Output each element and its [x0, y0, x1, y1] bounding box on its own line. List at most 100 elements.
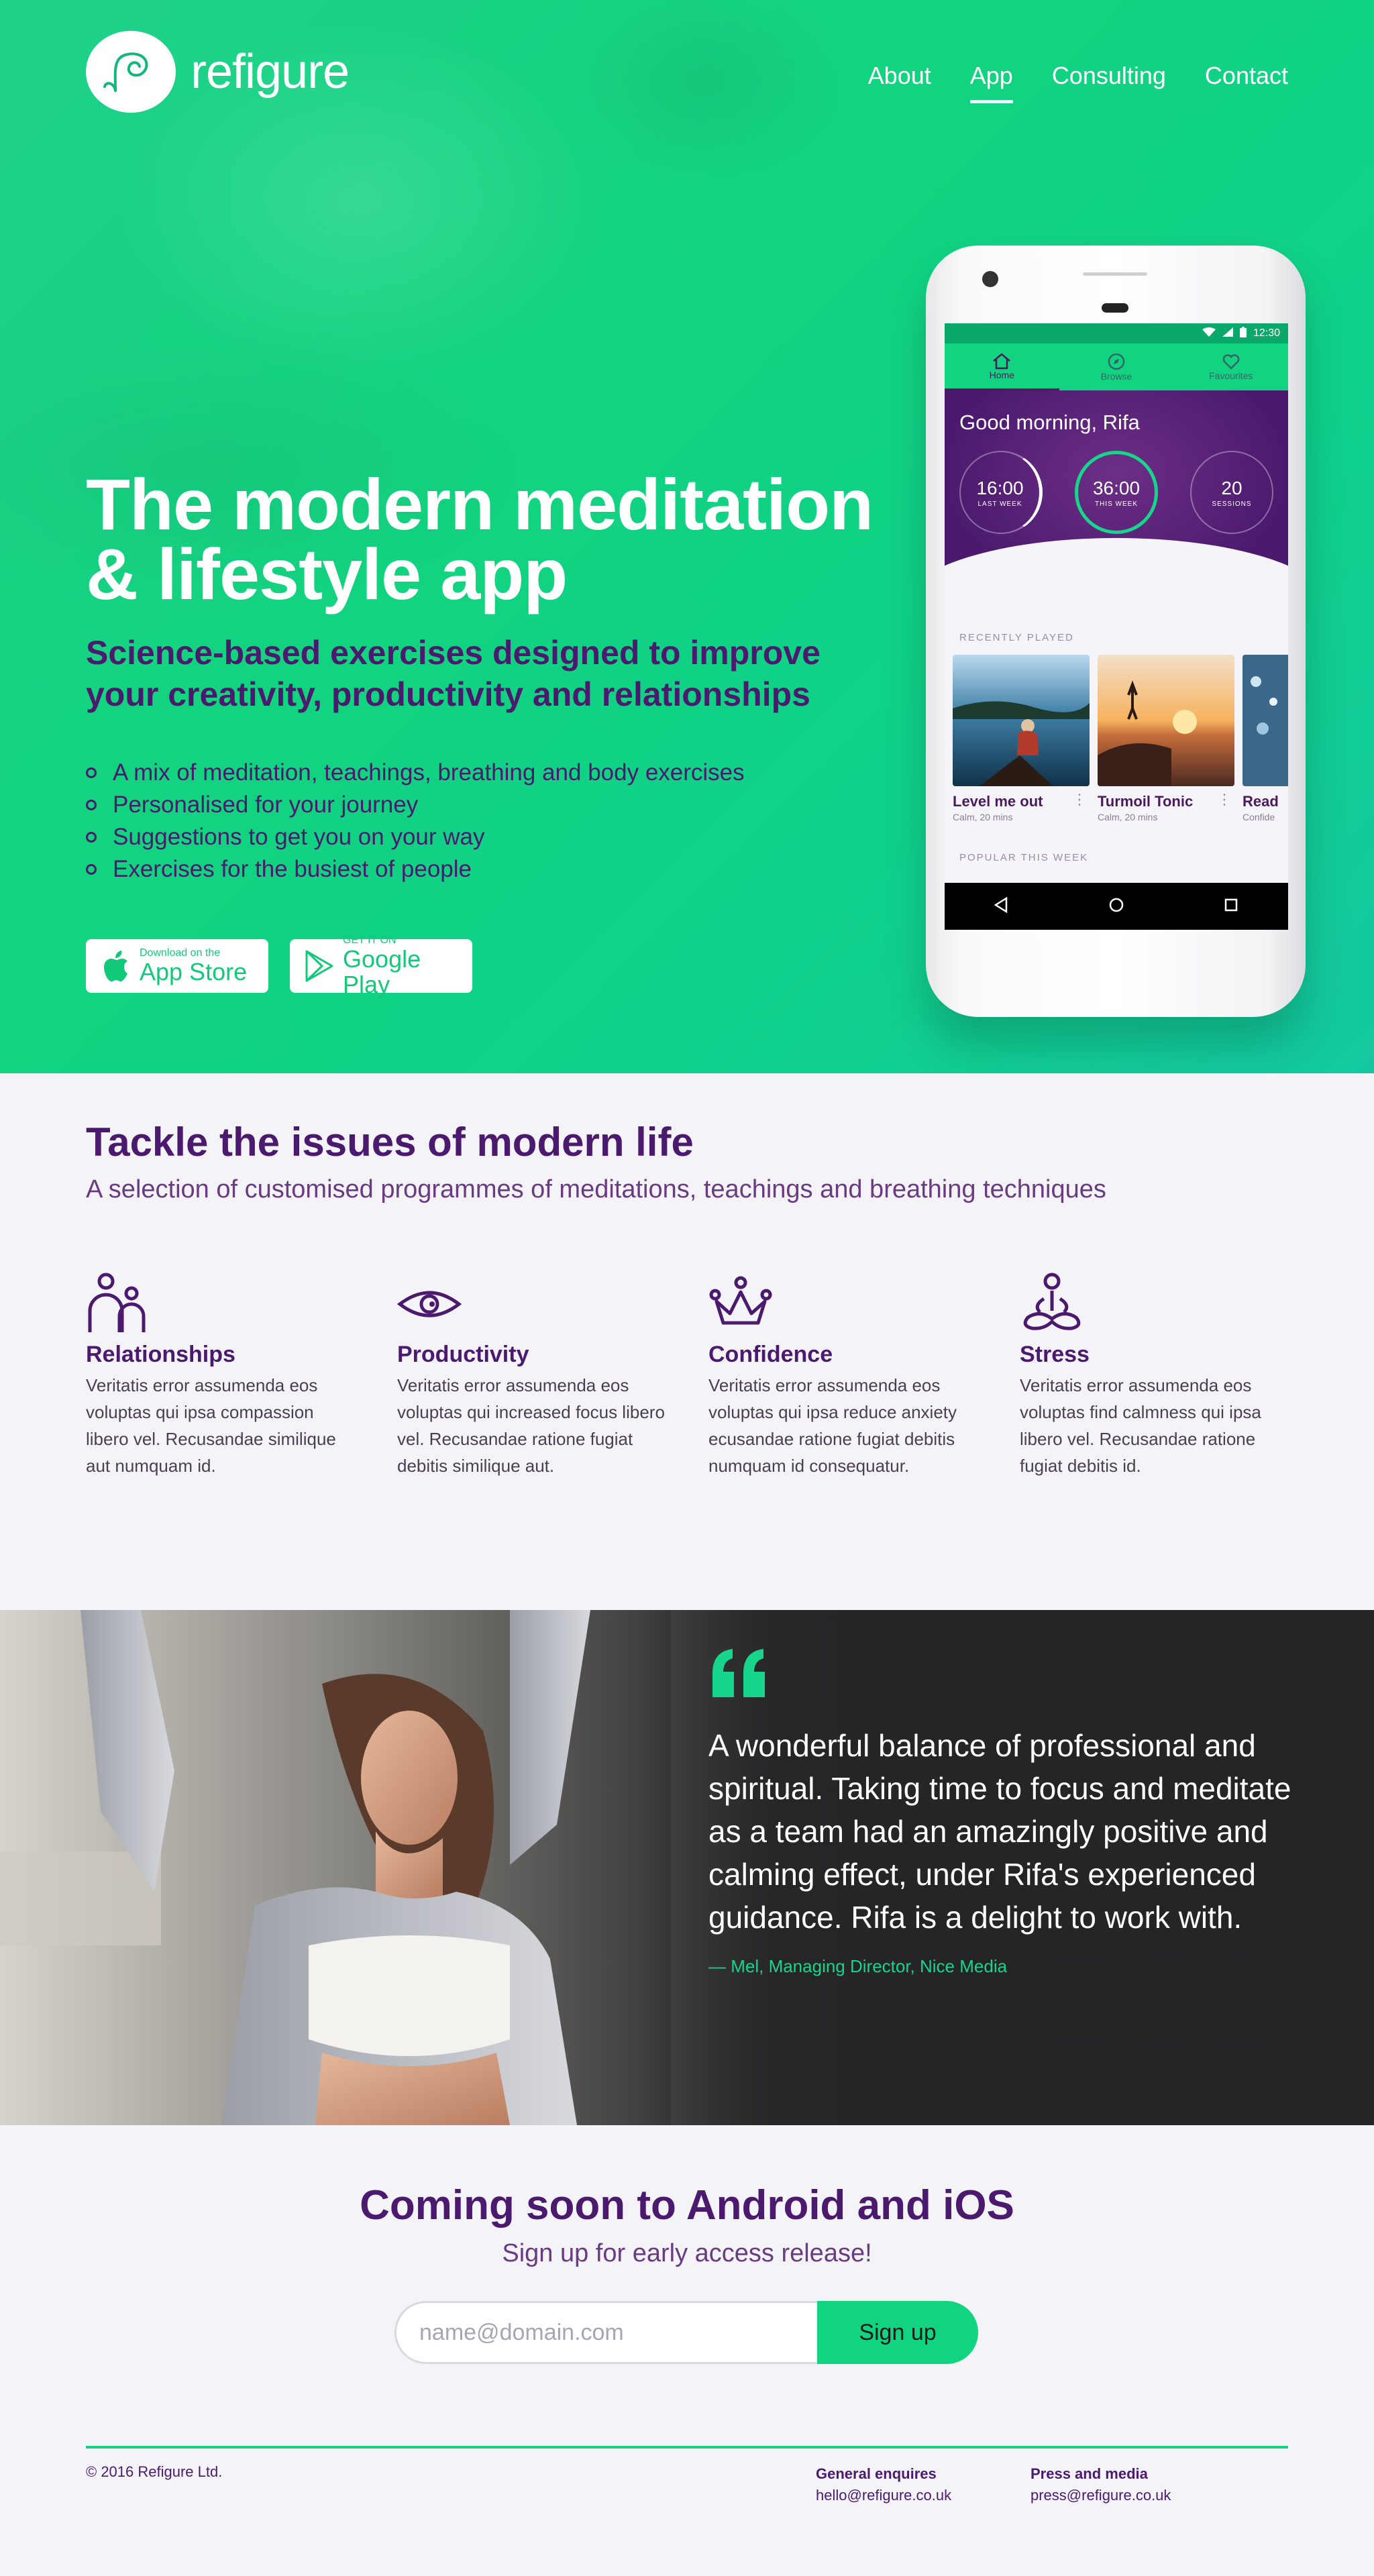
contact-email-link[interactable]: hello@refigure.co.uk	[816, 2487, 951, 2504]
recently-played-label: RECENTLY PLAYED	[959, 632, 1074, 643]
feature-productivity: Productivity Veritatis error assumenda e…	[397, 1272, 666, 1479]
feature-title: Relationships	[86, 1342, 235, 1367]
hero-subtitle-line-1: Science-based exercises designed to impr…	[86, 634, 821, 672]
tab-label: Browse	[1100, 371, 1132, 382]
nav-about[interactable]: About	[868, 62, 931, 99]
battery-icon	[1239, 326, 1247, 341]
home-circle-icon[interactable]	[1108, 896, 1125, 916]
compass-icon	[1108, 353, 1125, 370]
list-item-text: Suggestions to get you on your way	[113, 824, 485, 850]
google-play-icon	[299, 949, 339, 983]
recents-icon[interactable]	[1222, 896, 1240, 916]
google-play-big-text: Google Play	[343, 945, 421, 998]
card-image-lake	[953, 655, 1090, 786]
card-image-sunset	[1098, 655, 1234, 786]
list-item: Exercises for the busiest of people	[86, 853, 745, 885]
tab-home[interactable]: Home	[945, 343, 1059, 390]
bullet-icon	[86, 832, 97, 843]
signup-button[interactable]: Sign up	[817, 2301, 978, 2364]
card-title: Read	[1243, 793, 1279, 810]
logo-mark-icon	[86, 31, 176, 113]
home-icon	[993, 352, 1011, 369]
apple-icon	[95, 950, 136, 982]
phone-mockup: 12:30 Home Browse Favourites Good mornin…	[926, 246, 1306, 1017]
hero-feature-list: A mix of meditation, teachings, breathin…	[86, 757, 745, 885]
android-nav-bar	[945, 883, 1288, 930]
logo[interactable]: refigure	[86, 31, 350, 113]
card-subtitle: Confide	[1243, 812, 1275, 822]
feature-relationships: Relationships Veritatis error assumenda …	[86, 1272, 354, 1479]
more-icon[interactable]: ⋮	[1217, 793, 1232, 808]
app-tabs: Home Browse Favourites	[945, 343, 1288, 390]
nav-contact[interactable]: Contact	[1205, 62, 1288, 99]
testimonial-quote: A wonderful balance of professional and …	[708, 1728, 1291, 1935]
email-field[interactable]	[394, 2301, 817, 2364]
feature-title: Stress	[1020, 1342, 1090, 1367]
card-subtitle: Calm, 20 mins	[953, 812, 1013, 822]
contact-press: Press and media press@refigure.co.uk	[1030, 2463, 1171, 2506]
hero-title-line-2: & lifestyle app	[86, 533, 568, 614]
stat-label: SESSIONS	[1212, 500, 1252, 508]
stat-value: 20	[1221, 477, 1243, 498]
tab-browse[interactable]: Browse	[1059, 343, 1174, 390]
relationships-icon	[86, 1272, 354, 1336]
testimonial-author: — Mel, Managing Director, Nice Media	[708, 1956, 1008, 1976]
nav-consulting[interactable]: Consulting	[1052, 62, 1166, 99]
more-icon[interactable]: ⋮	[1072, 793, 1087, 808]
session-card[interactable]: Turmoil Tonic Calm, 20 mins ⋮	[1098, 655, 1234, 822]
back-icon[interactable]	[993, 896, 1010, 916]
tab-favourites[interactable]: Favourites	[1173, 343, 1288, 390]
hero-subtitle: Science-based exercises designed to impr…	[86, 632, 891, 715]
stat-value: 16:00	[976, 477, 1024, 498]
signup-title: Coming soon to Android and iOS	[360, 2182, 1014, 2229]
phone-speaker	[1102, 303, 1128, 313]
stat-value: 36:00	[1092, 477, 1141, 498]
list-item: A mix of meditation, teachings, breathin…	[86, 757, 745, 789]
app-store-button[interactable]: Download on the App Store	[86, 939, 268, 993]
phone-sensor	[1083, 272, 1147, 276]
wifi-icon	[1202, 327, 1216, 340]
card-image-city	[1243, 655, 1288, 786]
footer-divider	[86, 2446, 1288, 2449]
features-title: Tackle the issues of modern life	[86, 1120, 694, 1165]
hero-title: The modern meditation & lifestyle app	[86, 468, 891, 610]
stat-last-week: 16:00 LAST WEEK	[959, 451, 1043, 534]
contact-heading: General enquires	[816, 2465, 937, 2482]
eye-icon	[397, 1272, 666, 1336]
contact-heading: Press and media	[1030, 2465, 1148, 2482]
list-item: Personalised for your journey	[86, 789, 745, 821]
hero-subtitle-line-2: your creativity, productivity and relati…	[86, 676, 810, 713]
hero-title-line-1: The modern meditation	[86, 464, 874, 545]
stat-label: LAST WEEK	[977, 500, 1022, 508]
feature-stress: Stress Veritatis error assumenda eos vol…	[1020, 1272, 1288, 1479]
contact-email-link[interactable]: press@refigure.co.uk	[1030, 2487, 1171, 2504]
bullet-icon	[86, 800, 97, 810]
testimonial-photo	[0, 1610, 671, 2125]
card-subtitle: Calm, 20 mins	[1098, 812, 1158, 822]
greeting-curve	[945, 538, 1288, 672]
phone-camera	[982, 271, 998, 287]
feature-text: Veritatis error assumenda eos voluptas q…	[86, 1375, 336, 1476]
session-card[interactable]: Level me out Calm, 20 mins ⋮	[953, 655, 1090, 822]
signup-form: Sign up	[394, 2301, 978, 2364]
stat-sessions: 20 SESSIONS	[1190, 451, 1273, 534]
crown-icon	[708, 1272, 977, 1336]
status-time: 12:30	[1253, 327, 1280, 339]
heart-icon	[1222, 354, 1240, 370]
tab-label: Home	[989, 369, 1015, 380]
quote-icon	[708, 1646, 770, 1703]
google-play-button[interactable]: GET IT ON Google Play	[290, 934, 472, 998]
signup-subtitle: Sign up for early access release!	[502, 2239, 872, 2267]
features-subtitle: A selection of customised programmes of …	[86, 1175, 1106, 1203]
list-item: Suggestions to get you on your way	[86, 821, 745, 853]
feature-title: Productivity	[397, 1342, 529, 1367]
feature-text: Veritatis error assumenda eos voluptas q…	[708, 1375, 957, 1476]
nav-app[interactable]: App	[969, 62, 1013, 103]
phone-screen: 12:30 Home Browse Favourites Good mornin…	[945, 323, 1288, 930]
tab-label: Favourites	[1209, 370, 1253, 381]
meditation-icon	[1020, 1272, 1288, 1336]
session-card[interactable]: Read Confide	[1243, 655, 1288, 822]
feature-text: Veritatis error assumenda eos voluptas f…	[1020, 1375, 1261, 1476]
main-nav: About App Consulting Contact	[868, 62, 1288, 103]
feature-title: Confidence	[708, 1342, 833, 1367]
